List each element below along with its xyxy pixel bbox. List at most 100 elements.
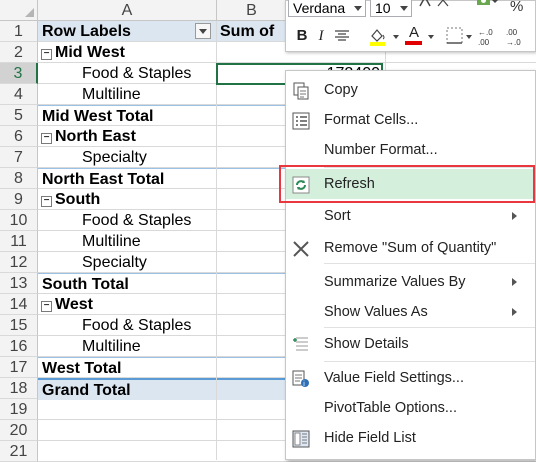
cell-a[interactable]: Multiline [38,231,216,251]
font-name-value: Verdana [293,0,346,16]
decrease-font-icon[interactable] [436,0,450,7]
grid-line [216,21,217,460]
collapse-toggle-icon[interactable]: − [41,49,52,60]
row-header[interactable]: 10 [0,210,38,231]
menu-item-remove-sum-of-quantity[interactable]: Remove "Sum of Quantity" [286,233,535,263]
row-header[interactable]: 7 [0,147,38,168]
column-header-b[interactable]: B [217,0,287,21]
submenu-arrow-icon [512,278,517,286]
row-header[interactable]: 5 [0,105,38,126]
cell-a[interactable]: Food & Staples [38,210,216,230]
svg-text:.00: .00 [506,28,518,37]
context-menu: Copy Format Cells... Number Format... Refre… [285,70,536,460]
fill-color-button[interactable] [368,26,390,46]
menu-item-format-cells[interactable]: Format Cells... [286,105,535,135]
row-header[interactable]: 18 [0,378,38,399]
row-header[interactable]: 2 [0,42,38,63]
menu-item-value-field-settings[interactable]: i Value Field Settings... [286,363,535,393]
cell-a[interactable]: − West [38,294,216,314]
chevron-down-icon [400,6,408,11]
cell-a[interactable]: North East Total [38,169,216,189]
increase-font-icon[interactable] [418,0,432,7]
row-header[interactable]: 11 [0,231,38,252]
percent-style-button[interactable]: % [510,0,523,15]
menu-item-label: PivotTable Options... [324,400,457,416]
row-header[interactable]: 3 [0,63,38,84]
cell-a[interactable]: − North East [38,126,216,146]
filter-dropdown-button[interactable] [195,23,211,39]
cell-a[interactable]: Food & Staples [38,63,216,83]
menu-item-label: Sort [324,208,351,224]
svg-text:←.0: ←.0 [478,28,493,37]
menu-item-hide-field-list[interactable]: Hide Field List [286,423,535,453]
cell-a[interactable]: Row Labels [38,21,216,41]
menu-item-copy[interactable]: Copy [286,75,535,105]
borders-icon[interactable] [446,27,464,45]
row-header[interactable]: 1 [0,21,38,42]
format-cells-icon [292,111,310,130]
row-header[interactable]: 14 [0,294,38,315]
collapse-toggle-icon[interactable]: − [41,196,52,207]
decrease-decimal-icon[interactable]: .00 →.0 [504,26,528,48]
select-all-corner[interactable] [0,0,38,21]
row-header[interactable]: 17 [0,357,38,378]
row-header[interactable]: 19 [0,399,38,420]
menu-item-show-values-as[interactable]: Show Values As [286,297,535,327]
font-size-box[interactable]: 10 [370,0,412,17]
bold-button[interactable]: B [294,25,310,47]
font-name-box[interactable]: Verdana [288,0,366,17]
menu-item-pivottable-options[interactable]: PivotTable Options... [286,393,535,423]
cell-a[interactable]: Multiline [38,84,216,104]
menu-item-sort[interactable]: Sort [286,201,535,231]
column-header-a[interactable]: A [38,0,217,21]
chevron-down-icon[interactable] [393,35,399,39]
row-header[interactable]: 21 [0,441,38,462]
menu-item-number-format[interactable]: Number Format... [286,135,535,165]
cell-a[interactable]: Specialty [38,147,216,167]
submenu-arrow-icon [512,212,517,220]
row-header[interactable]: 8 [0,168,38,189]
cell-a[interactable] [38,420,216,440]
row-header[interactable]: 16 [0,336,38,357]
menu-item-summarize-values-by[interactable]: Summarize Values By [286,267,535,297]
chevron-down-icon[interactable] [428,35,434,39]
row-header[interactable]: 13 [0,273,38,294]
cell-a[interactable]: − South [38,189,216,209]
font-size-value: 10 [375,0,391,16]
font-color-button[interactable]: A [404,24,424,46]
menu-item-label: Number Format... [324,142,438,158]
collapse-toggle-icon[interactable]: − [41,301,52,312]
cell-a[interactable]: Specialty [38,252,216,272]
svg-text:→.0: →.0 [506,38,521,47]
field-list-icon [292,429,310,448]
collapse-toggle-icon[interactable]: − [41,133,52,144]
row-header[interactable]: 4 [0,84,38,105]
cell-a[interactable]: Multiline [38,336,216,356]
cell-a[interactable]: − Mid West [38,42,216,62]
accounting-format-icon[interactable] [476,0,498,9]
group-label: West [55,296,93,313]
menu-item-label: Value Field Settings... [324,370,464,386]
menu-separator [324,327,535,328]
align-center-icon[interactable] [334,29,350,43]
cell-a[interactable]: West Total [38,358,216,378]
row-header[interactable]: 6 [0,126,38,147]
row-header[interactable]: 15 [0,315,38,336]
menu-item-label: Hide Field List [324,430,416,446]
row-header[interactable]: 12 [0,252,38,273]
chevron-down-icon[interactable] [466,35,472,39]
row-header[interactable]: 9 [0,189,38,210]
menu-item-show-details[interactable]: Show Details [286,329,535,359]
cell-a[interactable]: Grand Total [38,380,216,400]
increase-decimal-icon[interactable]: ←.0.00 [476,26,500,48]
copy-icon [292,81,310,100]
cell-a[interactable]: Food & Staples [38,315,216,335]
italic-button[interactable]: I [314,25,328,47]
font-color-swatch [405,41,422,45]
cell-a[interactable]: Mid West Total [38,106,216,126]
cell-a[interactable]: South Total [38,274,216,294]
row-header[interactable]: 20 [0,420,38,441]
cell-a[interactable] [38,441,216,461]
menu-item-label: Show Details [324,336,409,352]
cell-a[interactable] [38,399,216,419]
